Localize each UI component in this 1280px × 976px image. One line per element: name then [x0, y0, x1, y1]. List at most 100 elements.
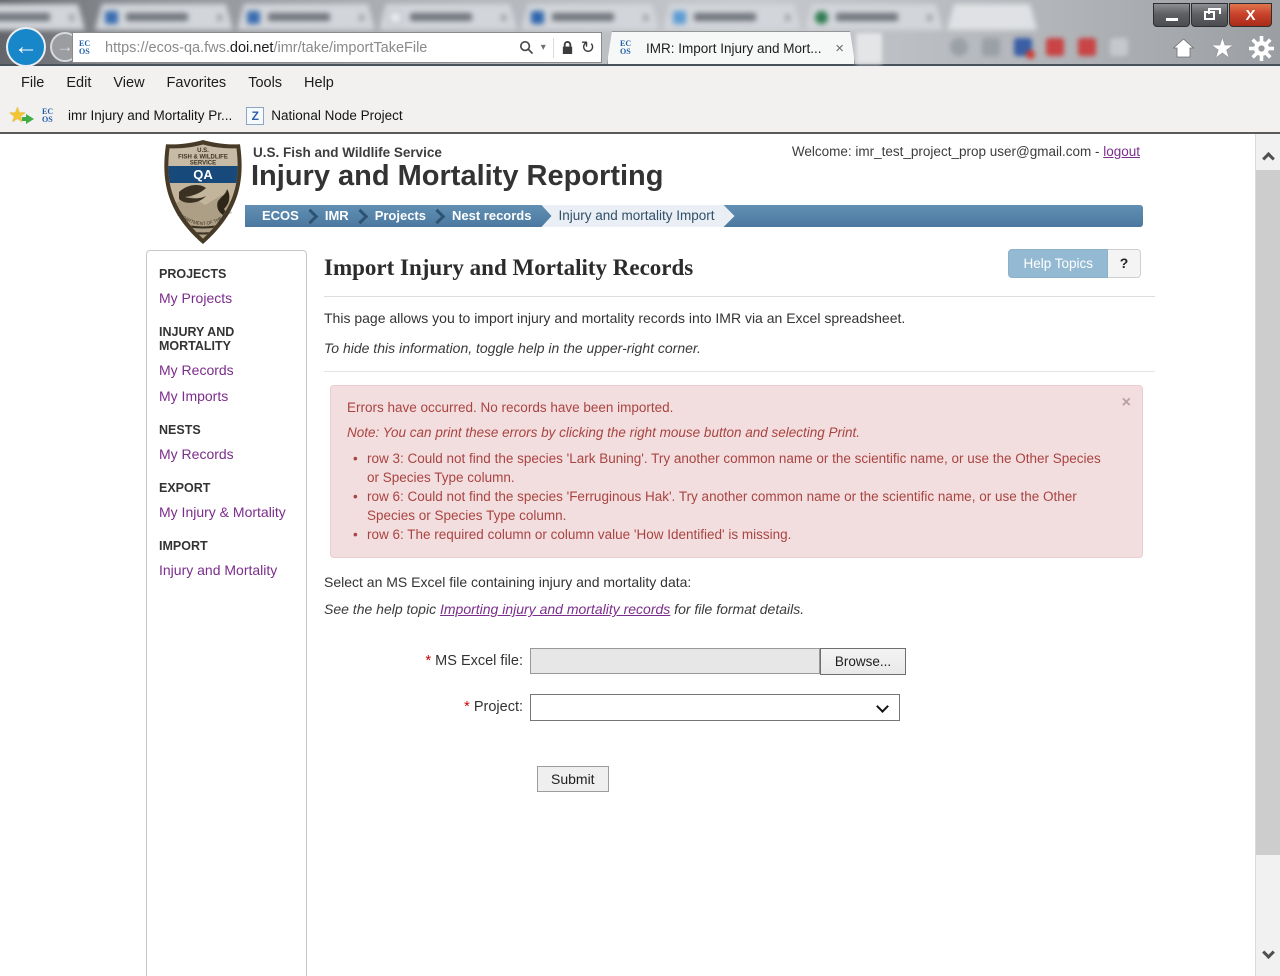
submit-button[interactable]: Submit — [537, 766, 609, 792]
importing-records-help-link[interactable]: Importing injury and mortality records — [440, 601, 670, 617]
chevron-down-icon — [1261, 945, 1275, 959]
sidebar-item-my-projects[interactable]: My Projects — [159, 290, 298, 306]
search-icon[interactable] — [519, 40, 534, 55]
background-tabs-blurred[interactable]: x x x x x x x — [0, 0, 1150, 30]
select-file-text: Select an MS Excel file containing injur… — [324, 574, 692, 590]
refresh-icon[interactable]: ↻ — [581, 39, 595, 56]
forward-icon: → — [56, 37, 74, 56]
help-topics-button[interactable]: Help Topics — [1008, 249, 1108, 278]
tab-close-icon[interactable]: × — [835, 40, 844, 57]
browse-button[interactable]: Browse... — [820, 648, 906, 675]
error-print-note: Note: You can print these errors by clic… — [347, 425, 861, 440]
sidebar-header-export: EXPORT — [159, 481, 211, 495]
background-tab[interactable] — [947, 4, 1037, 30]
sidebar-item-my-records[interactable]: My Records — [159, 362, 298, 378]
gear-icon[interactable] — [1249, 35, 1274, 61]
project-label: * Project: — [464, 699, 523, 715]
file-input-group: Browse... — [530, 648, 906, 675]
error-message-box: Errors have occurred. No records have be… — [330, 385, 1143, 558]
background-tab-stub[interactable] — [856, 33, 882, 64]
sidebar-header-injury-and-mortality: INJURY AND MORTALITY — [159, 325, 235, 353]
add-favorite-icon[interactable]: ★ — [8, 104, 34, 127]
background-tab[interactable]: x — [521, 4, 659, 30]
address-bar[interactable]: EC OS https://ecos-qa.fws.doi.net/imr/ta… — [72, 32, 602, 63]
sidebar: PROJECTS My Projects INJURY AND MORTALIT… — [146, 250, 307, 976]
sidebar-item-nests-my-records[interactable]: My Records — [159, 446, 298, 462]
scrollbar-thumb[interactable] — [1256, 170, 1280, 855]
logout-link[interactable]: logout — [1103, 144, 1140, 159]
minimize-button[interactable] — [1153, 3, 1190, 27]
breadcrumb-item-nest-records[interactable]: Nest records — [447, 205, 536, 227]
menu-file[interactable]: File — [10, 75, 55, 91]
close-button[interactable]: X — [1229, 3, 1272, 27]
vertical-scrollbar[interactable] — [1255, 134, 1280, 976]
favorite-item-national-node[interactable]: National Node Project — [271, 108, 402, 123]
sidebar-header-projects: PROJECTS — [159, 267, 227, 281]
address-bar-icons: ▾ ↻ — [515, 37, 595, 58]
breadcrumb-item-imr[interactable]: IMR — [320, 205, 354, 227]
toggle-help-note: To hide this information, toggle help in… — [324, 340, 701, 356]
menu-tools[interactable]: Tools — [237, 75, 293, 91]
background-tab[interactable]: x — [805, 4, 943, 30]
usfws-qa-logo: U.S. FISH & WILDLIFE SERVICE QA DEPARTME… — [158, 135, 246, 245]
extension-icon[interactable] — [1078, 38, 1096, 56]
ecos-favicon: EC OS — [79, 38, 91, 56]
breadcrumb-item-projects[interactable]: Projects — [370, 205, 431, 227]
navigation-row: ← → EC OS https://ecos-qa.fws.doi.net/im… — [0, 27, 1280, 67]
scroll-down-button[interactable] — [1256, 940, 1280, 970]
help-toggle-button[interactable]: ? — [1108, 249, 1141, 278]
extension-icon[interactable] — [1046, 38, 1064, 56]
browser-window: x x x x x x x X ← → EC OS https://ecos-q… — [0, 0, 1280, 976]
ecos-favicon: EC OS — [42, 106, 54, 124]
extension-icon[interactable] — [1110, 38, 1128, 56]
background-tab[interactable]: x — [379, 4, 517, 30]
menu-view[interactable]: View — [102, 75, 155, 91]
svg-text:QA: QA — [193, 167, 213, 182]
svg-text:U.S.: U.S. — [197, 148, 209, 154]
favorites-star-icon[interactable]: ★ — [1211, 35, 1234, 61]
extension-icon[interactable] — [950, 38, 968, 56]
lock-icon — [562, 41, 572, 54]
extension-icons-blurred[interactable] — [950, 38, 1128, 59]
close-icon: X — [1245, 6, 1256, 24]
restore-button[interactable] — [1191, 3, 1228, 27]
minimize-icon — [1165, 18, 1178, 21]
ecos-favicon: EC OS — [620, 39, 632, 56]
extension-icon[interactable] — [1014, 38, 1035, 59]
menu-favorites[interactable]: Favorites — [156, 75, 238, 91]
error-heading: Errors have occurred. No records have be… — [347, 400, 674, 415]
url-text[interactable]: https://ecos-qa.fws.doi.net/imr/take/imp… — [105, 40, 515, 56]
browser-action-icons: ★ — [1171, 35, 1274, 61]
svg-text:SERVICE: SERVICE — [190, 161, 216, 167]
search-dropdown-caret-icon[interactable]: ▾ — [541, 42, 546, 53]
breadcrumb-item-ecos[interactable]: ECOS — [257, 205, 304, 227]
home-icon[interactable] — [1171, 36, 1196, 60]
sidebar-item-injury-and-mortality[interactable]: Injury and Mortality — [159, 562, 298, 578]
file-input[interactable] — [530, 648, 820, 674]
restore-icon — [1204, 7, 1221, 20]
sidebar-header-import: IMPORT — [159, 539, 208, 553]
background-tab[interactable]: x — [237, 4, 375, 30]
background-tab[interactable]: x — [95, 4, 233, 30]
extension-icon[interactable] — [982, 38, 1000, 56]
divider — [324, 371, 1155, 372]
background-tab[interactable]: x — [0, 4, 85, 30]
scroll-up-button[interactable] — [1256, 140, 1280, 170]
page-content: U.S. FISH & WILDLIFE SERVICE QA DEPARTME… — [0, 134, 1255, 976]
main-content: Import Injury and Mortality Records Help… — [324, 248, 1155, 792]
divider — [552, 37, 554, 58]
sidebar-item-my-imports[interactable]: My Imports — [159, 388, 298, 404]
project-select[interactable] — [530, 694, 900, 721]
sidebar-item-my-injury-mortality[interactable]: My Injury & Mortality — [159, 504, 298, 520]
menu-help[interactable]: Help — [293, 75, 345, 91]
welcome-message: Welcome: imr_test_project_prop user@gmai… — [791, 144, 1140, 159]
background-tab[interactable]: x — [663, 4, 801, 30]
favorite-item-imr[interactable]: imr Injury and Mortality Pr... — [68, 108, 232, 123]
chevron-right-icon — [354, 205, 370, 227]
active-tab[interactable]: EC OS IMR: Import Injury and Mort... × — [607, 31, 855, 64]
back-button[interactable]: ← — [6, 27, 46, 67]
favorites-bar: ★ EC OS imr Injury and Mortality Pr... Z… — [0, 99, 1280, 132]
error-close-icon[interactable]: × — [1122, 395, 1131, 411]
window-controls: X — [1152, 3, 1272, 27]
menu-edit[interactable]: Edit — [55, 75, 102, 91]
